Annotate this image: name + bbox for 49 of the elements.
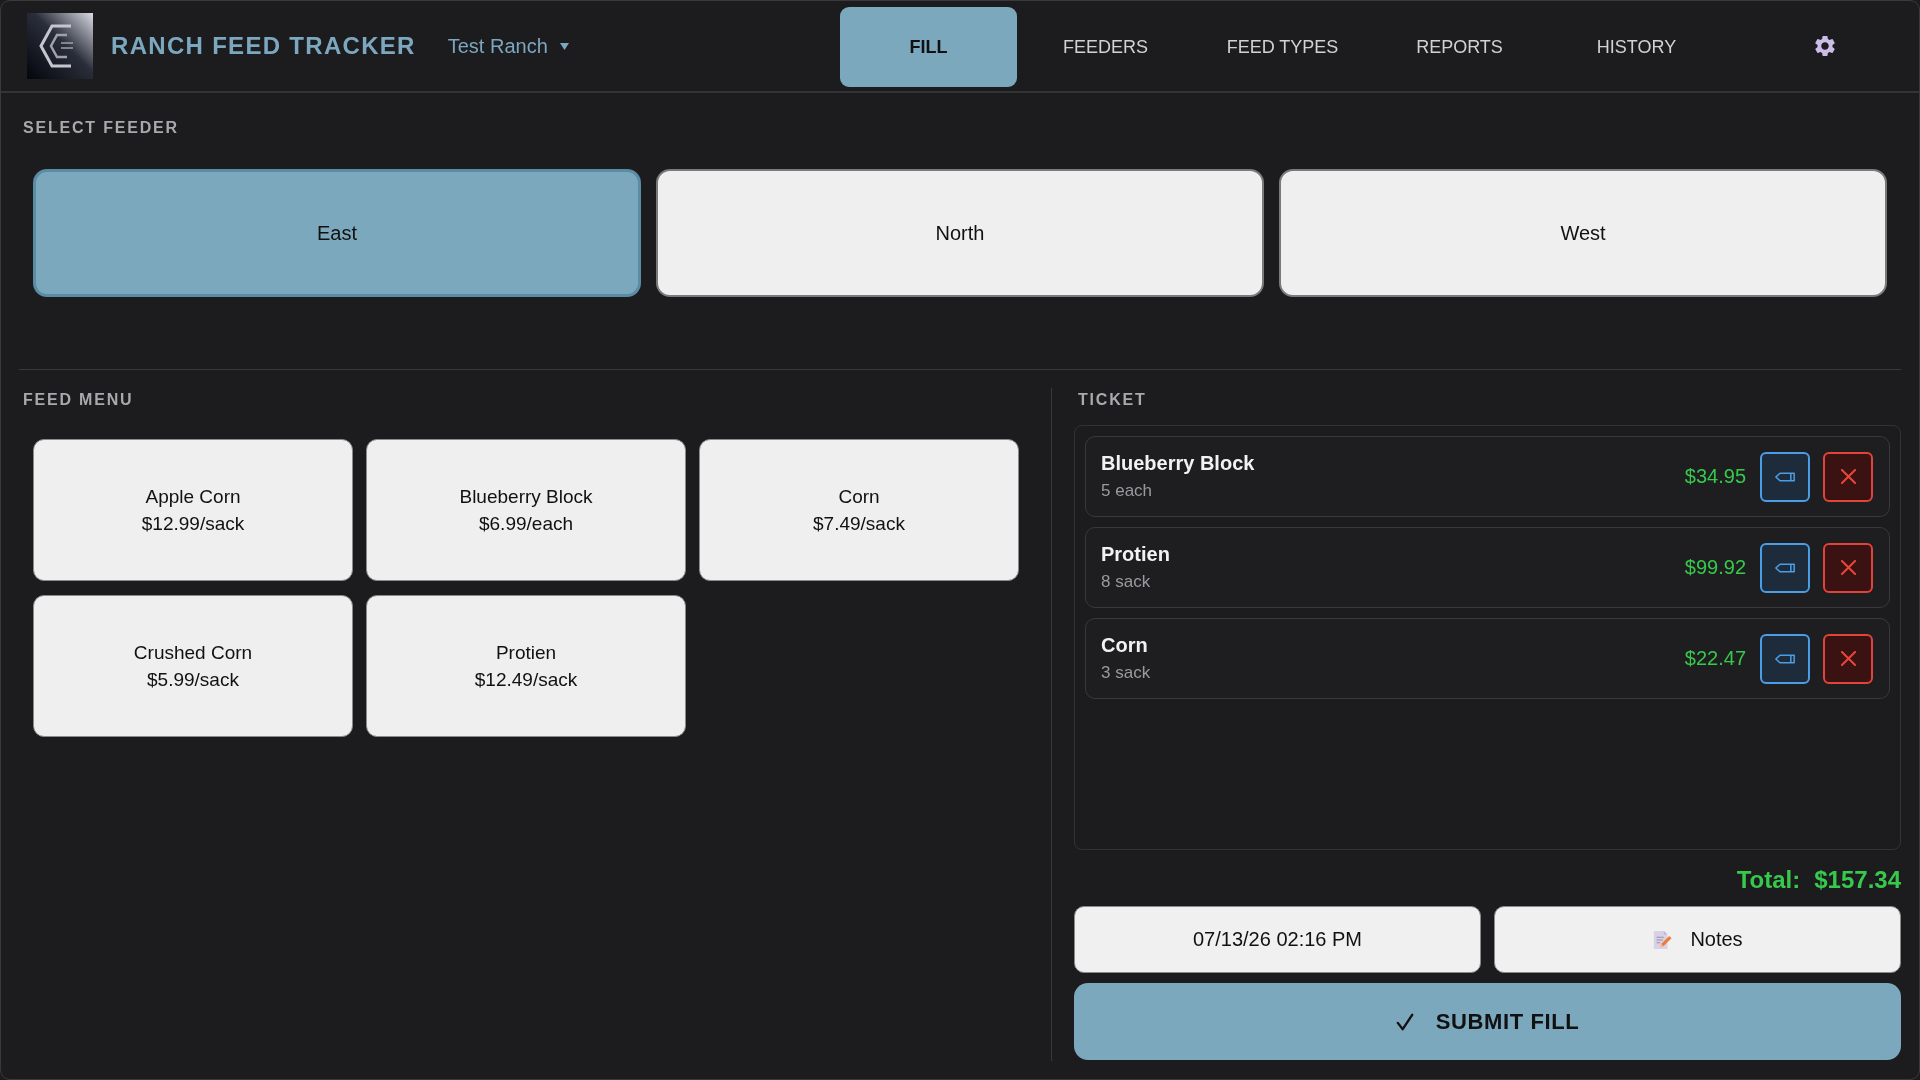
pencil-icon xyxy=(1775,562,1795,573)
item-name: Protien xyxy=(1101,542,1171,567)
notes-button[interactable]: Notes xyxy=(1494,906,1901,973)
pencil-icon xyxy=(1775,653,1795,664)
nav-tab[interactable]: FEEDERS xyxy=(1017,7,1194,87)
caret-icon xyxy=(559,42,569,50)
nav-tab[interactable]: REPORTS xyxy=(1371,7,1548,87)
total-label: Total: xyxy=(1736,866,1801,894)
cross-icon xyxy=(1840,469,1856,484)
app-title: RANCH FEED TRACKER xyxy=(111,32,416,60)
cross-icon xyxy=(1840,651,1856,666)
item-quantity: 8 sack xyxy=(1101,571,1152,593)
delete-button[interactable] xyxy=(1823,633,1873,684)
item-quantity: 3 sack xyxy=(1101,662,1152,684)
item-name: Blueberry Block xyxy=(1101,451,1256,476)
section-heading: SELECT FEEDER xyxy=(22,120,180,136)
nav-tab[interactable]: HISTORY xyxy=(1548,7,1725,87)
nav-tab[interactable]: FILL xyxy=(840,7,1017,87)
edit-button[interactable] xyxy=(1760,542,1810,593)
section-heading: FEED MENU xyxy=(22,392,135,408)
item-amount: $99.92 xyxy=(1684,556,1746,579)
settings-icon[interactable] xyxy=(1815,36,1835,56)
edit-button[interactable] xyxy=(1760,633,1810,684)
feeder-button[interactable]: North xyxy=(656,169,1264,297)
item-amount: $34.95 xyxy=(1684,465,1746,488)
nav-tab[interactable]: FEED TYPES xyxy=(1194,7,1371,87)
feed-item-button[interactable]: Blueberry Block $6.99/each xyxy=(366,439,686,581)
edit-button[interactable] xyxy=(1760,451,1810,502)
delete-button[interactable] xyxy=(1823,542,1873,593)
ranch-dropdown[interactable]: Test Ranch xyxy=(445,30,571,62)
item-amount: $22.47 xyxy=(1684,647,1746,670)
memo-icon xyxy=(1652,929,1673,950)
feed-item-button[interactable]: Apple Corn $12.99/sack xyxy=(33,439,353,581)
section-heading: TICKET xyxy=(1077,392,1148,408)
submit-button[interactable]: SUBMIT FILL xyxy=(1074,983,1901,1060)
feed-item-button[interactable]: Crushed Corn $5.99/sack xyxy=(33,595,353,737)
cross-icon xyxy=(1840,560,1856,575)
logo-icon xyxy=(27,13,93,79)
pencil-icon xyxy=(1775,471,1795,482)
delete-button[interactable] xyxy=(1823,451,1873,502)
feeder-button[interactable]: East xyxy=(33,169,641,297)
item-quantity: 5 each xyxy=(1101,480,1154,502)
feed-item-button[interactable]: Corn $7.49/sack xyxy=(699,439,1019,581)
feed-item-button[interactable]: Protien $12.49/sack xyxy=(366,595,686,737)
check-icon xyxy=(1395,1012,1414,1031)
date-time-button[interactable]: 07/13/26 02:16 PM xyxy=(1074,906,1481,973)
total-amount: $157.34 xyxy=(1814,866,1901,894)
item-name: Corn xyxy=(1101,633,1149,658)
feeder-button[interactable]: West xyxy=(1279,169,1887,297)
